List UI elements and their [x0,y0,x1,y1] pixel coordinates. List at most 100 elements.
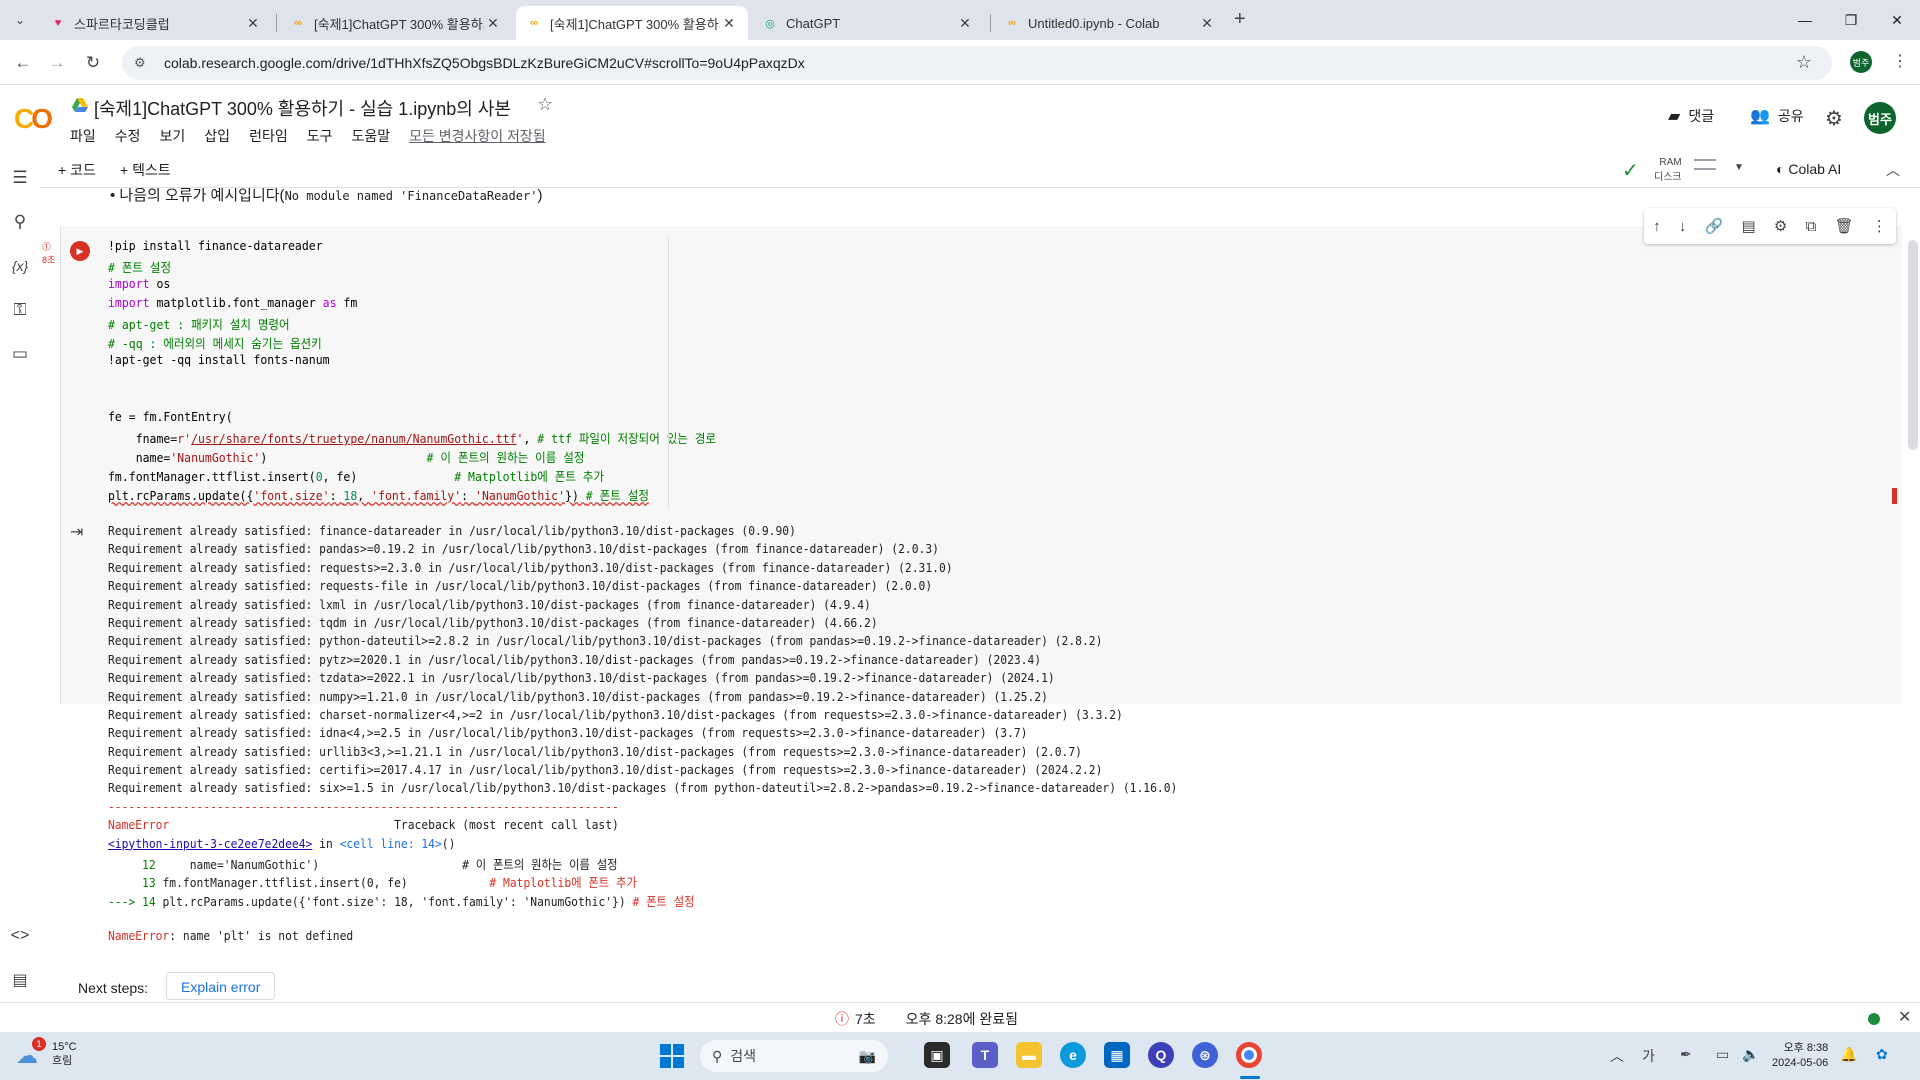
bookmark-star-icon[interactable]: ☆ [1796,52,1812,73]
ime-icon[interactable]: 가 [1642,1046,1655,1066]
taskbar-search[interactable]: ⚲ 검색 📷 [700,1040,888,1072]
variables-icon[interactable]: {x} [8,254,32,278]
menu-insert[interactable]: 삽입 [204,126,230,146]
mirror-cell-icon[interactable]: ⧉ [1806,218,1817,235]
clear-output-icon[interactable]: ⇥ [70,522,83,542]
tab-search-button[interactable]: ⌄ [8,8,32,32]
new-tab-button[interactable]: + [1234,8,1246,31]
comment-cell-icon[interactable]: ▤ [1742,217,1756,235]
file-explorer-icon[interactable]: ▬ [1016,1042,1042,1068]
close-icon[interactable]: ✕ [244,15,262,32]
address-bar[interactable]: ⚙ colab.research.google.com/drive/1dTHhX… [122,46,1832,80]
close-icon[interactable]: ✕ [956,15,974,32]
next-steps-label: Next steps: [78,980,149,996]
restore-button[interactable]: ❐ [1828,6,1874,34]
explain-error-button[interactable]: Explain error [166,972,276,1000]
clock-time: 오후 8:38 [1783,1042,1829,1054]
tab-colab-homework-2-active[interactable]: ∞ [숙제1]ChatGPT 300% 활용하기 ✕ [516,6,748,40]
star-notebook-icon[interactable]: ☆ [537,94,553,115]
code-line: import os [108,276,171,291]
colab-favicon-icon: ∞ [530,17,538,29]
cell-settings-icon[interactable]: ⚙ [1774,217,1787,235]
output-line: Requirement already satisfied: six>=1.5 … [108,781,1178,796]
menu-tools[interactable]: 도구 [307,126,333,146]
close-icon[interactable]: ✕ [720,15,738,32]
sparta-favicon-icon: ♥ [54,17,62,29]
save-status-link[interactable]: 모든 변경사항이 저장됨 [409,126,546,146]
output-line: Requirement already satisfied: pytz>=202… [108,652,1042,667]
more-options-icon[interactable]: ⋮ [1872,217,1887,235]
tab-sparta[interactable]: ♥ 스파르타코딩클럽 ✕ [40,6,272,40]
tray-overflow-icon[interactable]: ︿ [1610,1046,1624,1066]
traceback-input-link[interactable]: <ipython-input-3-ce2ee7e2dee4> [108,837,312,851]
add-text-cell-button[interactable]: + 텍스트 [120,160,171,180]
move-up-icon[interactable]: ↑ [1653,218,1661,235]
network-icon[interactable]: ▭ [1716,1046,1729,1063]
weather-widget[interactable]: ☁ 1 15°C 흐림 [16,1037,77,1068]
teams-icon[interactable]: T [972,1042,998,1068]
command-palette-icon[interactable]: ▤ [8,968,32,992]
close-icon[interactable]: ✕ [484,15,502,32]
code-line: # -qq : 에러외의 메세지 숨기는 옵션키 [108,336,322,351]
vpn-app-icon[interactable]: ⊛ [1192,1042,1218,1068]
files-folder-icon[interactable]: ▭ [8,342,32,366]
tab-chatgpt[interactable]: ◎ ChatGPT ✕ [752,6,984,40]
system-clock[interactable]: 오후 8:38 2024-05-06 [1772,1041,1828,1071]
execution-status[interactable]: ⓘ 7초 오후 8:28에 완료됨 [835,1009,1018,1029]
chrome-icon[interactable] [1236,1042,1262,1068]
move-down-icon[interactable]: ↓ [1679,218,1687,235]
pen-icon[interactable]: ✒ [1680,1046,1692,1063]
search-icon[interactable]: ⚲ [8,210,32,234]
minimize-button[interactable]: — [1782,6,1828,34]
run-cell-button[interactable]: ▶ [70,241,90,261]
link-icon[interactable]: 🔗 [1705,217,1724,235]
colab-ai-button[interactable]: ◐ Colab AI [1776,161,1841,177]
copilot-app-icon[interactable]: Q [1148,1042,1174,1068]
volume-icon[interactable]: 🔈 [1742,1046,1759,1063]
share-button[interactable]: 👥 공유 [1750,106,1804,126]
browser-profile-avatar[interactable]: 범주 [1850,51,1872,73]
runtime-dropdown-icon[interactable]: ▼ [1734,162,1744,173]
back-arrow-icon[interactable]: ← [10,50,36,76]
add-code-cell-button[interactable]: + 코드 [58,160,96,180]
settings-gear-icon[interactable]: ⚙ [1825,106,1843,131]
code-snippets-icon[interactable]: <> [8,924,32,948]
task-view-icon[interactable]: ▣ [924,1042,950,1068]
menu-file[interactable]: 파일 [70,126,96,146]
forward-arrow-icon[interactable]: → [44,50,70,76]
google-drive-icon[interactable] [72,98,88,112]
delete-icon[interactable]: 🗑 [1835,217,1854,235]
store-icon[interactable]: ▦ [1104,1042,1130,1068]
resource-indicator[interactable]: RAM 디스크 [1654,155,1682,185]
menu-runtime[interactable]: 런타임 [249,126,288,146]
site-info-icon[interactable]: ⚙ [134,55,152,71]
tab-untitled-colab[interactable]: ∞ Untitled0.ipynb - Colab ✕ [994,6,1226,40]
notebook-title[interactable]: [숙제1]ChatGPT 300% 활용하기 - 실습 1.ipynb의 사본 [94,95,511,121]
clock-date: 2024-05-06 [1772,1057,1829,1069]
code-line: plt.rcParams.update({'font.size': 18, 'f… [108,488,649,503]
copilot-icon[interactable]: ✿ [1876,1046,1888,1063]
colab-logo[interactable]: CO [14,103,53,135]
menu-bar: 파일 수정 보기 삽입 런타임 도구 도움말 모든 변경사항이 저장됨 [70,126,565,146]
secrets-key-icon[interactable]: ⚿ [8,298,32,322]
tab-colab-homework-1[interactable]: ∞ [숙제1]ChatGPT 300% 활용하기 ✕ [280,6,512,40]
windows-start-icon[interactable] [660,1044,684,1068]
edge-icon[interactable]: e [1060,1042,1086,1068]
notification-bell-icon[interactable]: 🔔 [1840,1046,1857,1063]
close-icon[interactable]: ✕ [1198,15,1216,32]
table-of-contents-icon[interactable]: ☰ [8,166,32,190]
menu-help[interactable]: 도움말 [351,126,390,146]
code-editor[interactable]: !pip install finance-datareader # 폰트 설정 … [108,238,718,504]
reload-icon[interactable]: ↻ [80,50,106,76]
browser-menu-icon[interactable]: ⋮ [1892,51,1908,71]
user-avatar[interactable]: 범주 [1864,102,1896,134]
window-close-button[interactable]: ✕ [1874,6,1920,34]
traceback-cell-line: <cell line: 14> [339,836,442,851]
vertical-scrollbar[interactable] [1908,240,1918,450]
menu-view[interactable]: 보기 [160,126,186,146]
comment-button[interactable]: ▰ 댓글 [1668,106,1714,126]
status-close-icon[interactable]: ✕ [1898,1007,1911,1027]
menu-edit[interactable]: 수정 [115,126,141,146]
output-line: Requirement already satisfied: pandas>=0… [108,542,939,557]
collapse-header-icon[interactable]: ︿ [1886,160,1900,180]
